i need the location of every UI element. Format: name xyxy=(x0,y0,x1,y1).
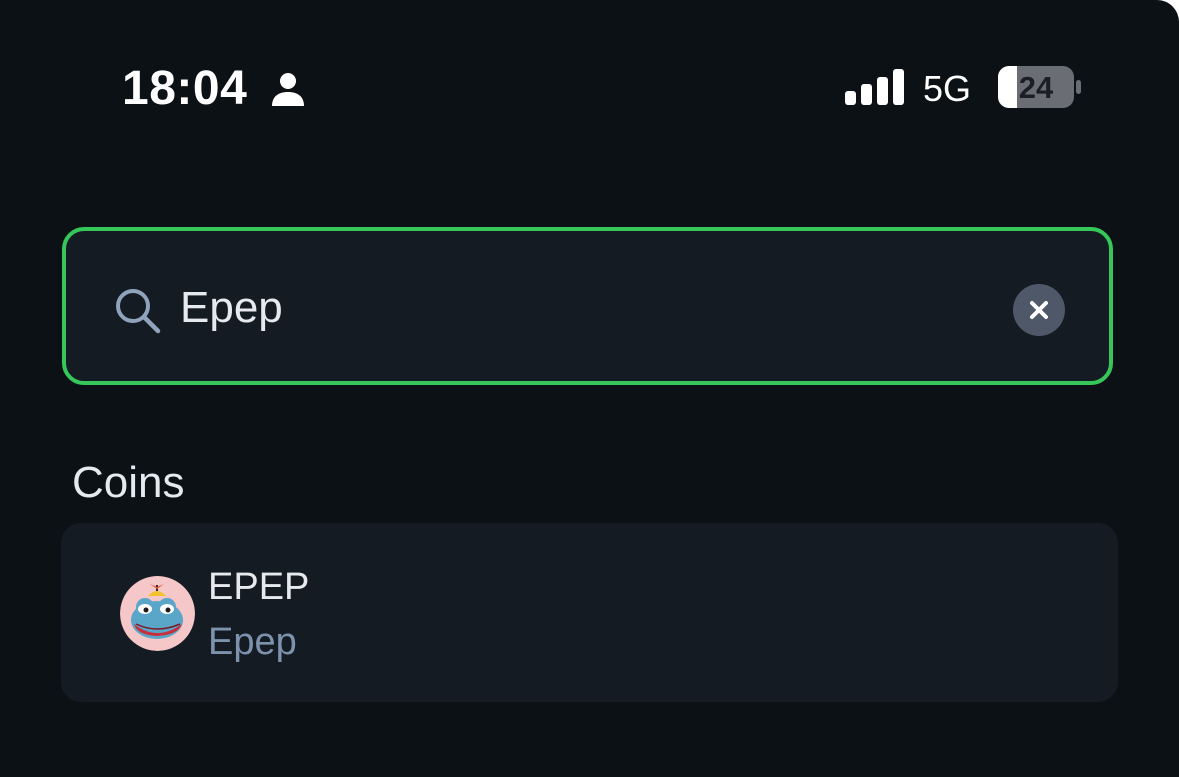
coin-result-item[interactable]: EPEP Epep xyxy=(61,523,1118,702)
coin-symbol: EPEP xyxy=(208,566,310,608)
search-input[interactable] xyxy=(180,271,980,345)
search-box[interactable] xyxy=(62,227,1113,385)
status-time: 18:04 xyxy=(122,62,248,115)
network-type: 5G xyxy=(923,68,972,109)
person-icon xyxy=(272,73,304,106)
close-icon xyxy=(1030,301,1048,319)
coin-name: Epep xyxy=(208,621,297,663)
clear-search-button[interactable] xyxy=(1013,284,1065,336)
status-bar: 18:04 5G 24 xyxy=(0,0,1179,180)
pepe-frog-avatar-icon xyxy=(120,576,195,651)
app-screen: 18:04 5G 24 Epep Coins EPEP Epep xyxy=(0,0,1179,777)
search-icon xyxy=(116,289,161,334)
signal-icon xyxy=(845,69,904,105)
coins-section-title: Coins xyxy=(72,458,185,507)
battery-level: 24 xyxy=(1018,70,1054,105)
